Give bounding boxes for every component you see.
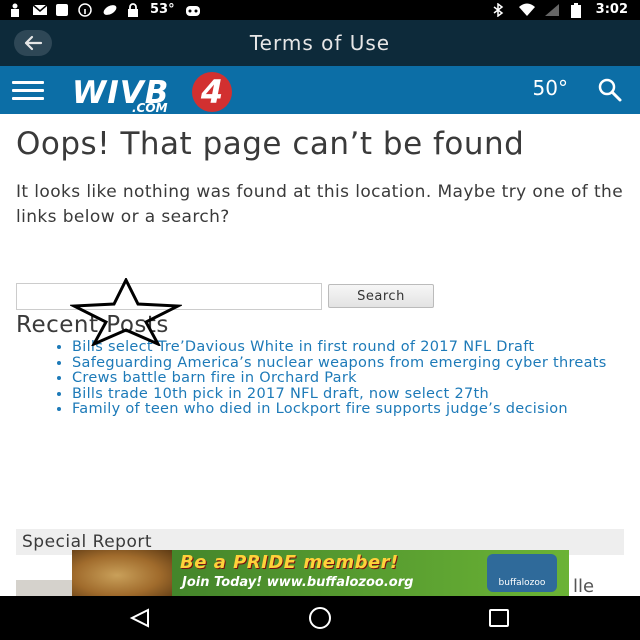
wifi-icon — [518, 3, 535, 17]
main-content: Oops! That page can’t be found It looks … — [16, 126, 624, 417]
status-bar: 53° 3:02 — [0, 0, 640, 20]
lock-icon — [126, 2, 140, 17]
signal-icon — [544, 3, 559, 17]
recent-post-link[interactable]: Bills trade 10th pick in 2017 NFL draft,… — [72, 386, 620, 403]
status-temperature: 53° — [150, 2, 175, 17]
ad-subline: Join Today! www.buffalozoo.org — [182, 575, 414, 590]
nav-home-icon[interactable] — [306, 606, 334, 630]
system-nav-bar — [0, 596, 640, 640]
search-icon[interactable] — [596, 76, 624, 104]
partial-article-text[interactable]: lle — [573, 576, 594, 597]
lion-image — [72, 550, 172, 596]
battery-icon — [570, 2, 584, 18]
recent-post-link[interactable]: Crews battle barn fire in Orchard Park — [72, 370, 620, 387]
logo-domain: .COM — [132, 101, 168, 115]
star-icon[interactable] — [68, 276, 184, 348]
status-time: 3:02 — [595, 2, 628, 17]
app-bar: Terms of Use — [0, 20, 640, 66]
logo-channel-badge: 4 — [192, 72, 232, 112]
bluetooth-icon — [492, 2, 506, 17]
not-found-message: It looks like nothing was found at this … — [16, 182, 624, 227]
menu-icon[interactable] — [12, 81, 44, 100]
nav-recents-icon[interactable] — [488, 608, 510, 628]
video-thumbnail[interactable] — [16, 580, 72, 596]
person-icon — [8, 3, 22, 17]
page-title: Oops! That page can’t be found — [16, 126, 525, 162]
ad-banner[interactable]: Be a PRIDE member! Join Today! www.buffa… — [72, 550, 569, 596]
buffalo-zoo-logo: buffalozoo — [487, 554, 557, 592]
site-header: WIVB .COM 4 50° — [0, 66, 640, 115]
search-button[interactable]: Search — [328, 284, 434, 308]
mail-icon — [32, 3, 48, 17]
nav-back-icon[interactable] — [128, 608, 152, 628]
app-bar-title: Terms of Use — [249, 31, 391, 55]
weather-app-icon — [185, 3, 200, 17]
ad-headline: Be a PRIDE member! — [180, 552, 399, 573]
recent-post-link[interactable]: Family of teen who died in Lockport fire… — [72, 401, 620, 418]
recent-post-link[interactable]: Safeguarding America’s nuclear weapons f… — [72, 355, 620, 372]
wivb-logo[interactable]: WIVB .COM 4 — [72, 72, 252, 115]
recent-posts-list: Bills select Tre’Davious White in first … — [72, 339, 620, 418]
football-icon — [102, 3, 117, 17]
weather-temperature[interactable]: 50° — [533, 76, 568, 100]
facebook-icon — [56, 3, 68, 16]
info-icon — [78, 2, 92, 17]
